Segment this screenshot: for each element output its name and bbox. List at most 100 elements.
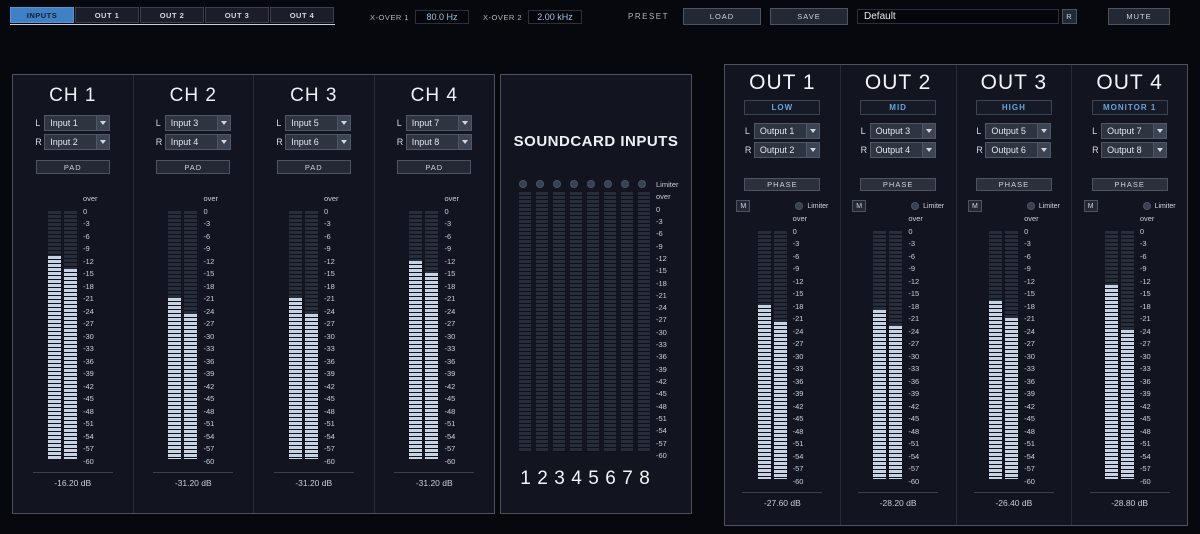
out2-tick: -24 (908, 327, 923, 336)
soundcard-channel-number: 2 (534, 468, 551, 490)
out4-output-l-select[interactable]: Output 7 (1101, 123, 1167, 139)
ch2-meter: over0-3-6-9-12-15-18-21-24-27-30-33-36-3… (168, 194, 218, 466)
ch3-input-r-select[interactable]: Input 6 (285, 134, 351, 150)
out1-tick: -48 (793, 427, 808, 436)
ch4-input-l-select[interactable]: Input 7 (406, 115, 472, 131)
out3-mute-button[interactable]: M (968, 200, 982, 212)
ch4-tick: -15 (444, 269, 459, 278)
ch4-tick: over (444, 194, 459, 203)
ch1-tick: -60 (83, 457, 98, 466)
ch1-meter: over0-3-6-9-12-15-18-21-24-27-30-33-36-3… (48, 194, 98, 466)
ch3-pad-button[interactable]: PAD (277, 160, 351, 174)
ch3-meter-r (305, 211, 318, 459)
ch3-input-l-select[interactable]: Input 5 (285, 115, 351, 131)
ch2-level-reading: -31.20 dB (175, 478, 212, 488)
soundcard-channel-number: 8 (636, 468, 653, 490)
ch4-pad-button[interactable]: PAD (397, 160, 471, 174)
ch4-tick: -24 (444, 307, 459, 316)
ch1-r-label: R (35, 137, 44, 147)
ch4-tick: -3 (444, 219, 459, 228)
ch3-meter-scale: over0-3-6-9-12-15-18-21-24-27-30-33-36-3… (324, 194, 339, 466)
ch1-input-r-select[interactable]: Input 2 (44, 134, 110, 150)
tab-out-2[interactable]: OUT 2 (140, 7, 204, 23)
out3-phase-button[interactable]: PHASE (976, 178, 1052, 191)
xover2-value-field[interactable]: 2.00 kHz (528, 10, 582, 24)
tab-inputs[interactable]: INPUTS (10, 7, 74, 23)
out4-tick: -48 (1140, 427, 1155, 436)
out4-phase-button[interactable]: PHASE (1092, 178, 1168, 191)
ch2-tick: -30 (203, 332, 218, 341)
out2-mute-button[interactable]: M (852, 200, 866, 212)
tab-out-3[interactable]: OUT 3 (205, 7, 269, 23)
ch2-tick: -60 (203, 457, 218, 466)
out3-output-r-select[interactable]: Output 6 (985, 142, 1051, 158)
preset-recall-button[interactable]: R (1062, 9, 1077, 24)
out4-mute-button[interactable]: M (1084, 200, 1098, 212)
out3-output-l-select[interactable]: Output 5 (985, 123, 1051, 139)
out3-band-button[interactable]: HIGH (976, 100, 1052, 115)
preset-name-field[interactable]: Default (857, 9, 1059, 24)
out1-output-r-value: Output 2 (755, 145, 806, 155)
ch4-tick: -9 (444, 244, 459, 253)
ch1-level-reading: -16.20 dB (54, 478, 91, 488)
out2-tick: -51 (908, 439, 923, 448)
out4-tick: -6 (1140, 252, 1155, 261)
out1-tick: -30 (793, 352, 808, 361)
out1-mute-button[interactable]: M (736, 200, 750, 212)
out2-output-l-select[interactable]: Output 3 (870, 123, 936, 139)
ch1-tick: -24 (83, 307, 98, 316)
out1-output-r-select[interactable]: Output 2 (754, 142, 820, 158)
xover1-value-field[interactable]: 80.0 Hz (415, 10, 469, 24)
out3-meter: over0-3-6-9-12-15-18-21-24-27-30-33-36-3… (989, 214, 1039, 486)
out2-tick: -3 (908, 239, 923, 248)
ch2-tick: -42 (203, 382, 218, 391)
ch4-l-row: LInput 7 (397, 115, 472, 131)
out2-meter-r-fill (889, 326, 902, 479)
out2-band-button[interactable]: MID (860, 100, 936, 115)
soundcard-limiter-led-3 (553, 180, 561, 188)
out2-phase-button[interactable]: PHASE (860, 178, 936, 191)
load-button[interactable]: LOAD (683, 8, 761, 25)
ch3-tick: over (324, 194, 339, 203)
ch3-meter: over0-3-6-9-12-15-18-21-24-27-30-33-36-3… (289, 194, 339, 466)
out1-tick: -51 (793, 439, 808, 448)
out1-band-button[interactable]: LOW (744, 100, 820, 115)
ch1-tick: -33 (83, 344, 98, 353)
out2-output-r-select[interactable]: Output 4 (870, 142, 936, 158)
out4-output-r-select[interactable]: Output 8 (1101, 142, 1167, 158)
out1-tick: -42 (793, 402, 808, 411)
out4-meter: over0-3-6-9-12-15-18-21-24-27-30-33-36-3… (1105, 214, 1155, 486)
ch4-input-r-select[interactable]: Input 8 (406, 134, 472, 150)
out1-meter-scale: over0-3-6-9-12-15-18-21-24-27-30-33-36-3… (793, 214, 808, 486)
ch2-pad-button[interactable]: PAD (156, 160, 230, 174)
ch1-input-r-value: Input 2 (45, 137, 96, 147)
preset-label: PRESET (628, 12, 669, 21)
tab-out-1[interactable]: OUT 1 (75, 7, 139, 23)
out1-output-l-select[interactable]: Output 1 (754, 123, 820, 139)
ch1-tick: -54 (83, 432, 98, 441)
ch3-meter-l-fill (289, 298, 302, 459)
out4-band-button[interactable]: MONITOR 1 (1092, 100, 1168, 115)
ch1-pad-button[interactable]: PAD (36, 160, 110, 174)
mute-button[interactable]: MUTE (1108, 8, 1170, 25)
out4-title: OUT 4 (1096, 71, 1162, 95)
out1-meter: over0-3-6-9-12-15-18-21-24-27-30-33-36-3… (758, 214, 808, 486)
xover2-label: X-OVER 2 (483, 13, 522, 22)
out2-meter-r (889, 231, 902, 479)
out2-level-reading: -28.20 dB (880, 498, 917, 508)
out1-phase-button[interactable]: PHASE (744, 178, 820, 191)
tab-out-4[interactable]: OUT 4 (270, 7, 334, 23)
ch2-input-l-select[interactable]: Input 3 (165, 115, 231, 131)
out3-l-label: L (976, 126, 985, 136)
out2-strip: OUT 2MIDLOutput 3ROutput 4PHASEMLimitero… (841, 65, 957, 525)
save-button[interactable]: SAVE (770, 8, 848, 25)
ch1-tick: over (83, 194, 98, 203)
soundcard-limiter-led-8 (638, 180, 646, 188)
ch4-tick: -48 (444, 407, 459, 416)
ch2-tick: -3 (203, 219, 218, 228)
ch2-input-r-select[interactable]: Input 4 (165, 134, 231, 150)
ch2-tick: -45 (203, 394, 218, 403)
soundcard-tick: -18 (656, 279, 679, 288)
ch1-input-l-select[interactable]: Input 1 (44, 115, 110, 131)
ch3-tick: -3 (324, 219, 339, 228)
